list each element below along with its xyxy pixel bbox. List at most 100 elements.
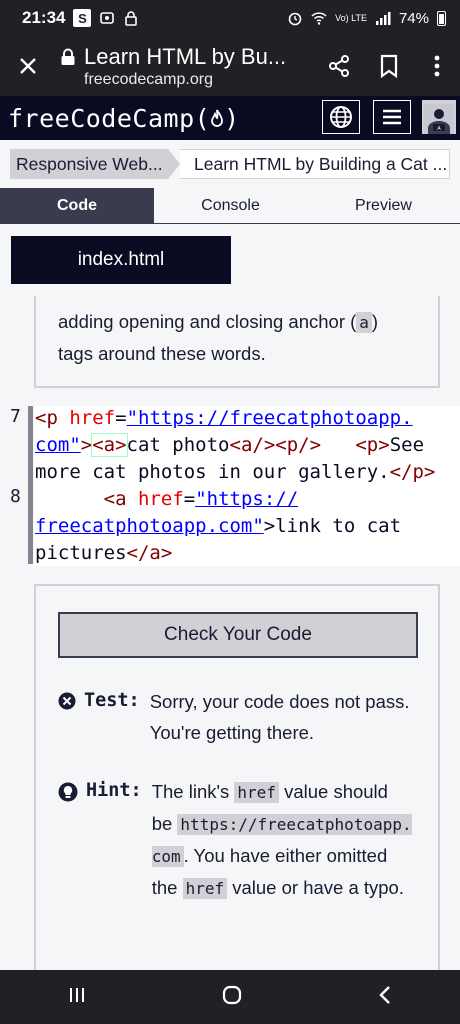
bookmark-button[interactable] (364, 36, 414, 96)
code-attr: href (137, 488, 184, 510)
s-app-icon: S (73, 9, 92, 27)
instructions-line-2: tags around these words. (58, 343, 266, 364)
code-text: more cat photos in our gallery. (35, 461, 390, 483)
hint-text: The link's (151, 781, 235, 802)
menu-icon (383, 109, 401, 125)
code-string: com" (35, 434, 81, 456)
code-line: <a href="https:// (35, 488, 299, 510)
battery-percent: 74% (398, 9, 429, 27)
code-line: com"><a>cat photo<a/><p/> <p>See (35, 433, 425, 457)
code-line: more cat photos in our gallery.</p> (35, 461, 435, 483)
instructions-text-suffix: ) (371, 311, 379, 332)
check-your-code-button[interactable]: Check Your Code (58, 612, 418, 658)
code-text: See (389, 434, 425, 456)
lightbulb-icon (58, 782, 78, 802)
fcc-logo[interactable]: freeCodeCamp() (8, 104, 240, 133)
breadcrumb-arrow (168, 149, 180, 179)
more-options-button[interactable] (414, 36, 460, 96)
hint-text: value or have a typo. (227, 877, 404, 898)
battery-icon (437, 10, 446, 26)
code-text: cat photo (126, 434, 230, 456)
code-eq: = (115, 407, 127, 429)
hint-label: Hint: (86, 780, 142, 801)
back-icon (379, 985, 390, 1004)
test-feedback-panel: Check Your Code Test: Sorry, your code d… (34, 584, 440, 970)
home-icon (222, 985, 242, 1004)
code-text: pictures (35, 542, 127, 564)
code-tag: </p> (389, 461, 436, 483)
tab-console[interactable]: Console (154, 188, 307, 223)
active-line-marker (28, 406, 33, 564)
signal-icon (375, 12, 391, 25)
hint-message: The link's href value should be https://… (151, 776, 412, 904)
language-button[interactable] (322, 100, 360, 134)
code-string: "https:// (195, 488, 299, 510)
browser-toolbar: Learn HTML by Bu... freecodecamp.org (0, 36, 460, 96)
inline-code-href: href (234, 782, 279, 803)
status-bar: 21:34 S Vo) LTE 74% (0, 0, 460, 36)
instructions-line-1: adding opening and closing anchor (a) (58, 306, 416, 338)
url-bar[interactable]: Learn HTML by Bu... freecodecamp.org (56, 44, 314, 89)
code-tag: <p> (355, 434, 390, 456)
code-tag: </a> (126, 542, 173, 564)
user-avatar-icon: A (424, 104, 454, 134)
file-tab-index-html[interactable]: index.html (11, 236, 231, 284)
fail-x-icon (58, 692, 76, 710)
instructions-text: adding opening and closing anchor ( (58, 311, 357, 332)
menu-button[interactable] (373, 100, 411, 134)
notification-icon (100, 12, 115, 24)
code-string: "https://freecatphotoapp. (126, 407, 413, 429)
code-attr: href (69, 407, 116, 429)
code-editor[interactable]: 7 8 <p href="https://freecatphotoapp. co… (0, 402, 460, 570)
test-message: Sorry, your code does not pass. You're g… (149, 691, 410, 743)
recent-apps-icon (70, 987, 84, 1002)
wifi-icon (311, 12, 327, 25)
code-text: >link to cat (263, 515, 402, 537)
page-domain: freecodecamp.org (84, 70, 213, 88)
more-vert-icon (434, 55, 440, 77)
inline-code-href: href (182, 878, 228, 899)
tab-preview[interactable]: Preview (307, 188, 460, 223)
page-title: Learn HTML by Bu... (84, 43, 287, 69)
bookmark-icon (380, 54, 398, 78)
share-button[interactable] (314, 36, 364, 96)
breadcrumb-superblock[interactable]: Responsive Web... (10, 149, 168, 179)
network-label: Vo) LTE (335, 12, 367, 23)
close-icon (20, 58, 36, 74)
status-time: 21:34 (22, 8, 66, 27)
breadcrumb-block[interactable]: Learn HTML by Building a Cat ... (180, 149, 450, 179)
code-tag: <a/> (229, 434, 276, 456)
hint: Hint: The link's href value should be ht… (58, 776, 428, 904)
close-tab-button[interactable] (0, 36, 56, 96)
android-navigation-bar (0, 970, 460, 1024)
code-tag: > (80, 434, 93, 456)
code-tag-highlight: <a> (91, 433, 128, 457)
code-tag: <a (103, 488, 127, 510)
fcc-navbar: freeCodeCamp() A (0, 96, 460, 140)
recent-apps-button[interactable] (67, 985, 87, 1010)
editor-pane: adding opening and closing anchor (a) ta… (0, 224, 460, 970)
breadcrumb: Responsive Web... Learn HTML by Building… (0, 140, 460, 188)
back-button[interactable] (377, 985, 393, 1010)
code-line: freecatphotoapp.com">link to cat (35, 515, 401, 537)
globe-icon (330, 106, 352, 128)
file-tab-row: index.html (0, 224, 460, 296)
code-tag: <p (35, 407, 58, 429)
code-eq: = (183, 488, 196, 510)
code-string: freecatphotoapp.com" (35, 515, 264, 537)
tab-code[interactable]: Code (0, 188, 154, 223)
flame-icon (211, 109, 224, 127)
test-label: Test: (84, 690, 140, 711)
code-line: <p href="https://freecatphotoapp. (35, 407, 413, 429)
lock-status-icon (125, 11, 138, 26)
line-number-7: 7 (10, 406, 21, 427)
editor-tabs: Code Console Preview (0, 188, 460, 224)
avatar[interactable]: A (422, 100, 456, 134)
inline-code-a: a (356, 312, 372, 333)
home-button[interactable] (221, 984, 243, 1011)
share-icon (329, 55, 349, 77)
line-number-8: 8 (10, 486, 21, 507)
lock-icon (61, 48, 75, 65)
